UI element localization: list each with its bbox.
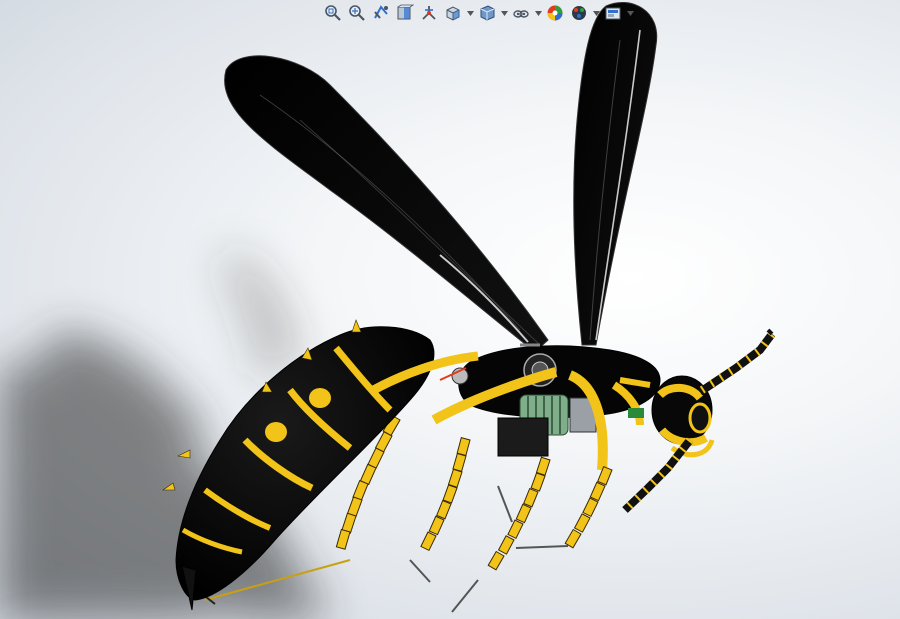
chevron-down-icon — [626, 10, 634, 16]
leg-tarsi — [409, 485, 569, 613]
edit-appearance-icon — [547, 5, 563, 21]
previous-view-icon — [374, 5, 388, 19]
right-wing[interactable] — [573, 1, 658, 346]
apply-scene-dropdown[interactable] — [592, 3, 600, 23]
hide-show-items-icon — [513, 10, 529, 18]
display-style-dropdown[interactable] — [500, 3, 508, 23]
view-orientation-dropdown[interactable] — [466, 3, 474, 23]
view-settings-dropdown[interactable] — [626, 3, 634, 23]
dynamic-annotation-views-button[interactable] — [418, 3, 440, 23]
apply-scene-button[interactable] — [568, 3, 590, 23]
chevron-down-icon — [466, 10, 474, 16]
chevron-down-icon — [592, 10, 600, 16]
section-view-button[interactable] — [394, 3, 416, 23]
zoom-to-fit-icon — [325, 5, 341, 21]
chevron-down-icon — [534, 10, 542, 16]
wasp-model-render[interactable] — [0, 0, 900, 619]
dynamic-annotation-views-icon — [422, 6, 436, 20]
chevron-down-icon — [500, 10, 508, 16]
abdomen[interactable] — [162, 319, 435, 611]
zoom-to-area-icon — [349, 5, 365, 21]
view-settings-button[interactable] — [602, 3, 624, 23]
apply-scene-icon — [572, 6, 586, 20]
front-legs[interactable] — [420, 437, 613, 571]
graphics-area[interactable] — [0, 0, 900, 619]
display-style-button[interactable] — [476, 3, 498, 23]
heads-up-view-toolbar — [322, 2, 634, 24]
view-orientation-icon — [446, 6, 460, 21]
previous-view-button[interactable] — [370, 3, 392, 23]
hide-show-items-dropdown[interactable] — [534, 3, 542, 23]
display-style-icon — [480, 5, 495, 21]
hide-show-items-button[interactable] — [510, 3, 532, 23]
zoom-to-area-button[interactable] — [346, 3, 368, 23]
view-orientation-button[interactable] — [442, 3, 464, 23]
view-settings-icon — [605, 7, 621, 20]
section-view-icon — [397, 4, 414, 20]
zoom-to-fit-button[interactable] — [322, 3, 344, 23]
edit-appearance-button[interactable] — [544, 3, 566, 23]
